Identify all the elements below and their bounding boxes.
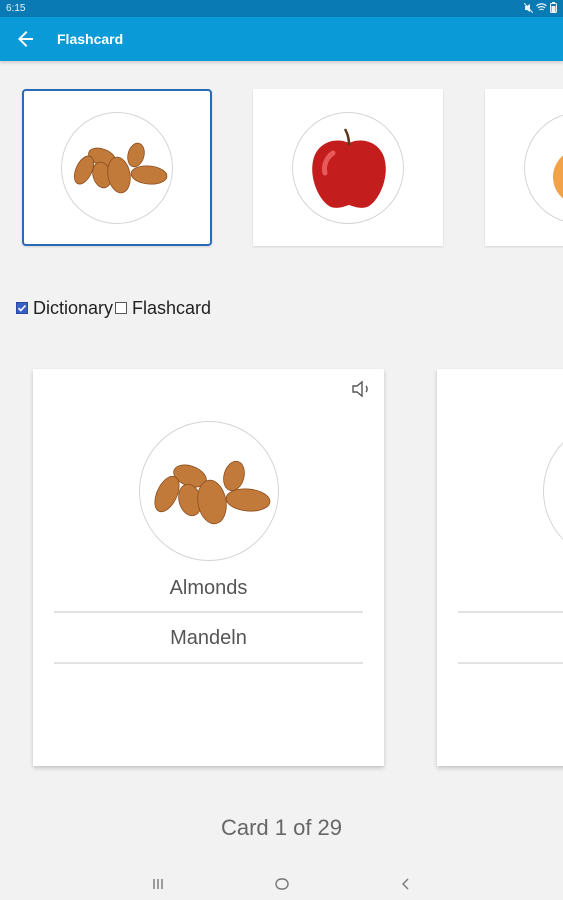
status-bar: 6:15 bbox=[0, 0, 563, 17]
divider bbox=[458, 611, 563, 613]
status-time: 6:15 bbox=[6, 3, 26, 14]
thumbnail-apple[interactable] bbox=[253, 89, 443, 246]
system-nav-bar bbox=[0, 866, 563, 900]
divider bbox=[54, 662, 363, 664]
card-counter: Card 1 of 29 bbox=[220, 815, 343, 840]
flashcard-checkbox[interactable] bbox=[115, 302, 128, 314]
dictionary-checkbox[interactable] bbox=[16, 302, 28, 314]
thumbnail-strip[interactable] bbox=[0, 61, 563, 261]
flashcard-next[interactable] bbox=[437, 369, 563, 766]
nav-back-icon[interactable] bbox=[396, 874, 416, 894]
wifi-icon bbox=[536, 3, 547, 15]
thumbnail-almonds[interactable] bbox=[22, 89, 212, 246]
dictionary-label: Dictionary bbox=[33, 297, 114, 318]
flashcard-current[interactable]: Almonds Mandeln bbox=[33, 369, 384, 766]
card-pager[interactable]: Almonds Mandeln bbox=[0, 360, 563, 780]
german-word: Mandeln bbox=[170, 627, 247, 649]
divider bbox=[458, 662, 563, 664]
apricot-image bbox=[524, 111, 563, 224]
almonds-image bbox=[139, 421, 279, 561]
battery-icon bbox=[550, 2, 557, 16]
thumbnail-apricot[interactable] bbox=[485, 89, 563, 246]
almonds-image bbox=[61, 111, 173, 224]
status-icons bbox=[523, 2, 557, 16]
home-icon[interactable] bbox=[272, 874, 292, 894]
arrow-left-icon[interactable] bbox=[14, 27, 38, 51]
flashcard-toggle[interactable]: Flashcard bbox=[115, 298, 211, 319]
mute-icon bbox=[523, 2, 534, 16]
divider bbox=[54, 611, 363, 613]
mode-toggles: Dictionary Flashcard bbox=[16, 296, 213, 320]
speaker-icon[interactable] bbox=[350, 377, 374, 401]
apple-image bbox=[292, 111, 404, 224]
flashcard-label: Flashcard bbox=[132, 297, 212, 318]
page-title: Flashcard bbox=[57, 31, 124, 47]
recent-apps-icon[interactable] bbox=[148, 874, 168, 894]
dictionary-toggle[interactable]: Dictionary bbox=[16, 298, 113, 319]
app-bar: Flashcard bbox=[0, 17, 563, 61]
apple-image bbox=[543, 421, 563, 561]
english-word: Almonds bbox=[169, 577, 248, 599]
